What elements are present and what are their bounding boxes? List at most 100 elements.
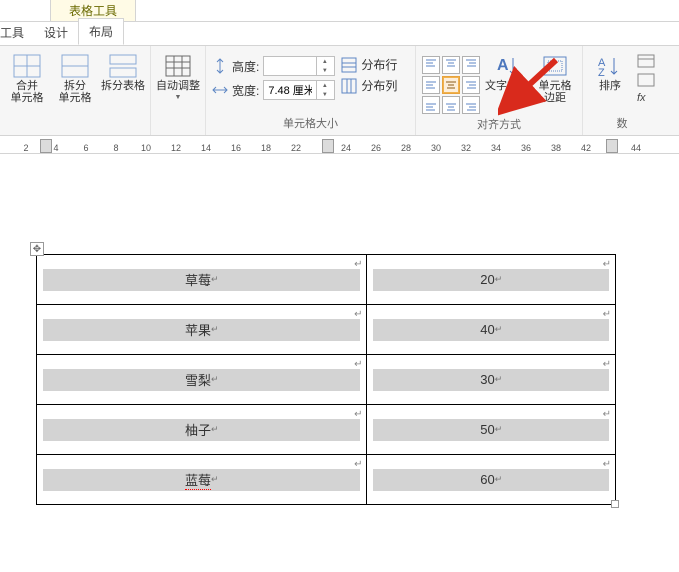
convert-button[interactable]: [637, 73, 655, 90]
sort-button[interactable]: AZ 排序: [589, 50, 631, 92]
align-bottom-center[interactable]: [442, 96, 460, 114]
cell-end-mark-icon: ↵: [603, 309, 611, 320]
tab-design[interactable]: 设计: [34, 20, 78, 45]
split-table-button[interactable]: 拆分表格: [102, 50, 144, 92]
tab-strip: 工具 设计 布局: [0, 22, 679, 46]
table-cell[interactable]: 50↵↵: [367, 405, 616, 455]
paragraph-mark-icon: ↵: [495, 274, 503, 285]
distribute-rows-icon: [341, 57, 357, 73]
repeat-header-icon: [637, 54, 655, 68]
ruler-column-marker[interactable]: [322, 139, 334, 153]
cell-end-mark-icon: ↵: [354, 409, 362, 420]
ruler-tick: 34: [488, 143, 504, 153]
align-top-center[interactable]: [442, 56, 460, 74]
align-bottom-left[interactable]: [422, 96, 440, 114]
cell-content: 草莓↵: [43, 269, 360, 291]
table-row[interactable]: 苹果↵↵40↵↵: [37, 305, 616, 355]
tab-design-label: 设计: [44, 26, 68, 40]
width-up[interactable]: ▲: [317, 81, 332, 90]
horizontal-ruler[interactable]: 246810121416182224262830323436384244: [0, 136, 679, 154]
split-table-icon: [109, 54, 137, 78]
tab-layout-label: 布局: [89, 25, 113, 39]
distribute-rows-button[interactable]: 分布行: [341, 56, 397, 73]
group-autofit-label: [157, 129, 199, 131]
text-direction-label: 文字方向: [485, 80, 529, 92]
split-cells-label: 拆分 单元格: [59, 80, 92, 104]
cell-end-mark-icon: ↵: [354, 459, 362, 470]
sort-label: 排序: [599, 80, 621, 92]
table-cell[interactable]: 雪梨↵↵: [37, 355, 367, 405]
width-input[interactable]: [264, 81, 316, 99]
cell-text: 20: [480, 272, 494, 287]
cell-content: 40↵: [373, 319, 609, 341]
align-middle-right[interactable]: [462, 76, 480, 94]
table-row[interactable]: 蓝莓↵↵60↵↵: [37, 455, 616, 505]
table-cell[interactable]: 蓝莓↵↵: [37, 455, 367, 505]
autofit-button[interactable]: 自动调整 ▼: [157, 50, 199, 101]
dropdown-icon: ▼: [175, 94, 182, 101]
width-down[interactable]: ▼: [317, 90, 332, 99]
repeat-header-button[interactable]: [637, 54, 655, 71]
height-up[interactable]: ▲: [317, 57, 332, 66]
align-middle-left[interactable]: [422, 76, 440, 94]
cell-end-mark-icon: ↵: [603, 459, 611, 470]
paragraph-mark-icon: ↵: [495, 374, 503, 385]
height-down[interactable]: ▼: [317, 66, 332, 75]
align-middle-center[interactable]: [442, 76, 460, 94]
split-cells-button[interactable]: 拆分 单元格: [54, 50, 96, 104]
table-cell[interactable]: 30↵↵: [367, 355, 616, 405]
table-cell[interactable]: 草莓↵↵: [37, 255, 367, 305]
table-cell[interactable]: 60↵↵: [367, 455, 616, 505]
width-icon: [212, 82, 228, 98]
tab-layout[interactable]: 布局: [78, 18, 124, 45]
ruler-tick: 30: [428, 143, 444, 153]
table-row[interactable]: 柚子↵↵50↵↵: [37, 405, 616, 455]
paragraph-mark-icon: ↵: [495, 324, 503, 335]
ruler-tick: 6: [78, 143, 94, 153]
ruler-tick: 44: [628, 143, 644, 153]
table-cell[interactable]: 20↵↵: [367, 255, 616, 305]
text-direction-button[interactable]: A 文字方向: [486, 50, 528, 92]
table-row[interactable]: 草莓↵↵20↵↵: [37, 255, 616, 305]
formula-button[interactable]: fx: [637, 92, 655, 104]
split-cells-icon: [61, 54, 89, 78]
ruler-tick: 24: [338, 143, 354, 153]
svg-text:Z: Z: [598, 67, 605, 78]
table-resize-handle[interactable]: [611, 500, 619, 508]
cell-end-mark-icon: ↵: [603, 359, 611, 370]
align-top-left[interactable]: [422, 56, 440, 74]
table-cell[interactable]: 柚子↵↵: [37, 405, 367, 455]
cell-margins-label: 单元格 边距: [539, 80, 572, 104]
cell-margins-button[interactable]: 单元格 边距: [534, 50, 576, 104]
ribbon: 合并 单元格 拆分 单元格 拆分表格 自动调整 ▼: [0, 46, 679, 136]
ruler-right-marker[interactable]: [606, 139, 618, 153]
ruler-tick: 28: [398, 143, 414, 153]
paragraph-mark-icon: ↵: [211, 474, 219, 485]
height-spinner[interactable]: ▲▼: [263, 56, 335, 76]
height-input[interactable]: [264, 57, 316, 75]
group-alignment-label: 对齐方式: [422, 114, 576, 132]
distribute-cols-button[interactable]: 分布列: [341, 77, 397, 94]
align-top-right[interactable]: [462, 56, 480, 74]
align-bottom-right[interactable]: [462, 96, 480, 114]
ruler-tick: 10: [138, 143, 154, 153]
cell-end-mark-icon: ↵: [354, 309, 362, 320]
autofit-label: 自动调整: [156, 80, 200, 92]
ruler-tick: 8: [108, 143, 124, 153]
ruler-tick: 32: [458, 143, 474, 153]
width-spinner[interactable]: ▲▼: [263, 80, 335, 100]
merge-cells-button[interactable]: 合并 单元格: [6, 50, 48, 104]
document-area[interactable]: ✥ 草莓↵↵20↵↵苹果↵↵40↵↵雪梨↵↵30↵↵柚子↵↵50↵↵蓝莓↵↵60…: [0, 154, 679, 525]
table-cell[interactable]: 苹果↵↵: [37, 305, 367, 355]
paragraph-mark-icon: ↵: [495, 424, 503, 435]
height-label: 高度:: [232, 58, 259, 75]
table-cell[interactable]: 40↵↵: [367, 305, 616, 355]
tab-tools[interactable]: 工具: [0, 20, 34, 45]
ruler-tick: 4: [48, 143, 64, 153]
table-row[interactable]: 雪梨↵↵30↵↵: [37, 355, 616, 405]
ruler-tick: 2: [18, 143, 34, 153]
cell-content: 蓝莓↵: [43, 469, 360, 491]
cell-text: 30: [480, 372, 494, 387]
group-data-label: 数: [589, 113, 655, 131]
word-table[interactable]: 草莓↵↵20↵↵苹果↵↵40↵↵雪梨↵↵30↵↵柚子↵↵50↵↵蓝莓↵↵60↵↵: [36, 254, 616, 505]
